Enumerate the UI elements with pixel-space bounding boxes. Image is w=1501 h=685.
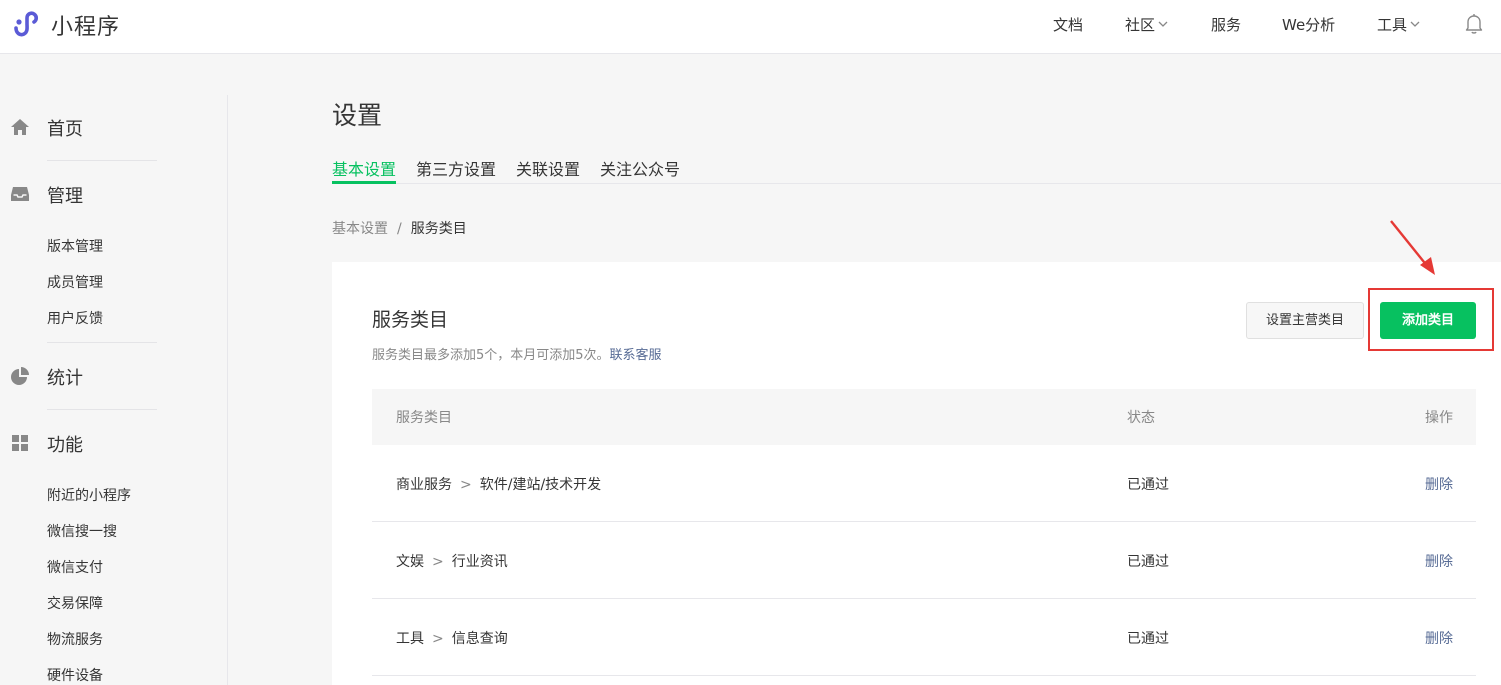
set-main-category-button[interactable]: 设置主营类目	[1246, 302, 1364, 339]
nav-docs-label: 文档	[1053, 16, 1084, 34]
card-title: 服务类目	[372, 309, 449, 331]
sidebar-item-logistics[interactable]: 物流服务	[47, 629, 103, 649]
table-row-category: 文娱 > 行业资讯	[396, 551, 508, 571]
tab-third-party-settings[interactable]: 第三方设置	[416, 156, 496, 180]
page-title: 设置	[332, 101, 383, 130]
nav-community-label: 社区	[1125, 16, 1156, 34]
bell-icon[interactable]	[1464, 13, 1484, 35]
delete-button[interactable]: 删除	[1425, 628, 1453, 648]
nav-we-analytics-label: We分析	[1282, 16, 1336, 34]
nav-we-analytics[interactable]: We分析	[1282, 14, 1335, 35]
active-tab-indicator	[332, 181, 396, 184]
category-level1: 文娱	[396, 554, 424, 570]
sidebar-group-manage[interactable]: 管理	[0, 181, 228, 207]
sidebar-item-transaction-protection[interactable]: 交易保障	[47, 593, 103, 613]
sidebar-item-hardware[interactable]: 硬件设备	[47, 665, 103, 685]
category-level1: 商业服务	[396, 477, 452, 493]
sidebar-group-features[interactable]: 功能	[0, 430, 228, 456]
sidebar-item-user-feedback[interactable]: 用户反馈	[47, 308, 103, 328]
table-row-status: 已通过	[1127, 631, 1169, 647]
category-separator: >	[460, 477, 472, 493]
sidebar-separator	[47, 342, 157, 343]
tab-follow-official-account[interactable]: 关注公众号	[600, 156, 680, 180]
home-icon	[11, 119, 29, 135]
sidebar-item-member-management[interactable]: 成员管理	[47, 272, 103, 292]
chevron-down-icon	[1410, 21, 1420, 27]
breadcrumb-separator: /	[397, 221, 402, 237]
sidebar-separator	[47, 160, 157, 161]
card-description: 服务类目最多添加5个，本月可添加5次。联系客服	[372, 344, 662, 363]
nav-tools[interactable]: 工具	[1377, 14, 1420, 35]
annotation-highlight-box	[1368, 288, 1494, 351]
mini-program-logo-icon[interactable]	[10, 9, 42, 41]
breadcrumb-current: 服务类目	[410, 221, 467, 237]
sidebar-separator	[47, 409, 157, 410]
grid-icon	[12, 435, 28, 451]
sidebar-group-label: 管理	[47, 186, 83, 207]
row-divider	[372, 675, 1476, 676]
sidebar-group-label: 统计	[47, 368, 83, 389]
table-row-status: 已通过	[1127, 554, 1169, 570]
pie-chart-icon	[11, 367, 29, 385]
category-separator: >	[432, 631, 444, 647]
sidebar-group-home[interactable]: 首页	[0, 114, 228, 140]
nav-tools-label: 工具	[1377, 16, 1408, 34]
breadcrumb: 基本设置 / 服务类目	[332, 218, 467, 238]
column-header-category: 服务类目	[396, 410, 452, 426]
sidebar-group-label: 首页	[47, 119, 83, 140]
category-level2: 信息查询	[451, 631, 508, 647]
sidebar-item-wechat-search[interactable]: 微信搜一搜	[47, 521, 117, 541]
column-header-action: 操作	[1425, 410, 1453, 426]
table-header	[372, 389, 1476, 445]
category-level2: 行业资讯	[451, 554, 508, 570]
sidebar-item-wechat-pay[interactable]: 微信支付	[47, 557, 103, 577]
inbox-icon	[11, 187, 29, 201]
breadcrumb-parent[interactable]: 基本设置	[332, 221, 388, 237]
category-level1: 工具	[396, 631, 424, 647]
annotation-arrow-icon	[1390, 220, 1435, 275]
delete-button[interactable]: 删除	[1425, 551, 1453, 571]
sidebar-group-label: 功能	[47, 435, 83, 456]
row-divider	[372, 598, 1476, 599]
row-divider	[372, 521, 1476, 522]
table-row-category: 工具 > 信息查询	[396, 628, 508, 648]
tabs-divider	[332, 183, 1501, 184]
category-level2: 软件/建站/技术开发	[479, 477, 602, 493]
sidebar-item-nearby-miniprograms[interactable]: 附近的小程序	[47, 485, 131, 505]
contact-support-link[interactable]: 联系客服	[610, 348, 662, 363]
delete-button[interactable]: 删除	[1425, 474, 1453, 494]
sidebar-group-statistics[interactable]: 统计	[0, 363, 228, 389]
nav-community[interactable]: 社区	[1125, 14, 1168, 35]
nav-services-label: 服务	[1211, 16, 1242, 34]
tab-basic-settings[interactable]: 基本设置	[332, 156, 396, 180]
nav-docs[interactable]: 文档	[1053, 14, 1083, 35]
sidebar-item-version-management[interactable]: 版本管理	[47, 236, 103, 256]
table-row-status: 已通过	[1127, 477, 1169, 493]
table-row-category: 商业服务 > 软件/建站/技术开发	[396, 474, 601, 494]
column-header-status: 状态	[1127, 410, 1155, 426]
nav-services[interactable]: 服务	[1211, 14, 1241, 35]
category-separator: >	[432, 554, 444, 570]
chevron-down-icon	[1158, 21, 1168, 27]
top-header: 小程序 文档 社区 服务 We分析 工具	[0, 0, 1501, 54]
brand-title[interactable]: 小程序	[51, 9, 120, 41]
tab-association-settings[interactable]: 关联设置	[516, 156, 580, 180]
card-description-text: 服务类目最多添加5个，本月可添加5次。	[372, 348, 610, 363]
